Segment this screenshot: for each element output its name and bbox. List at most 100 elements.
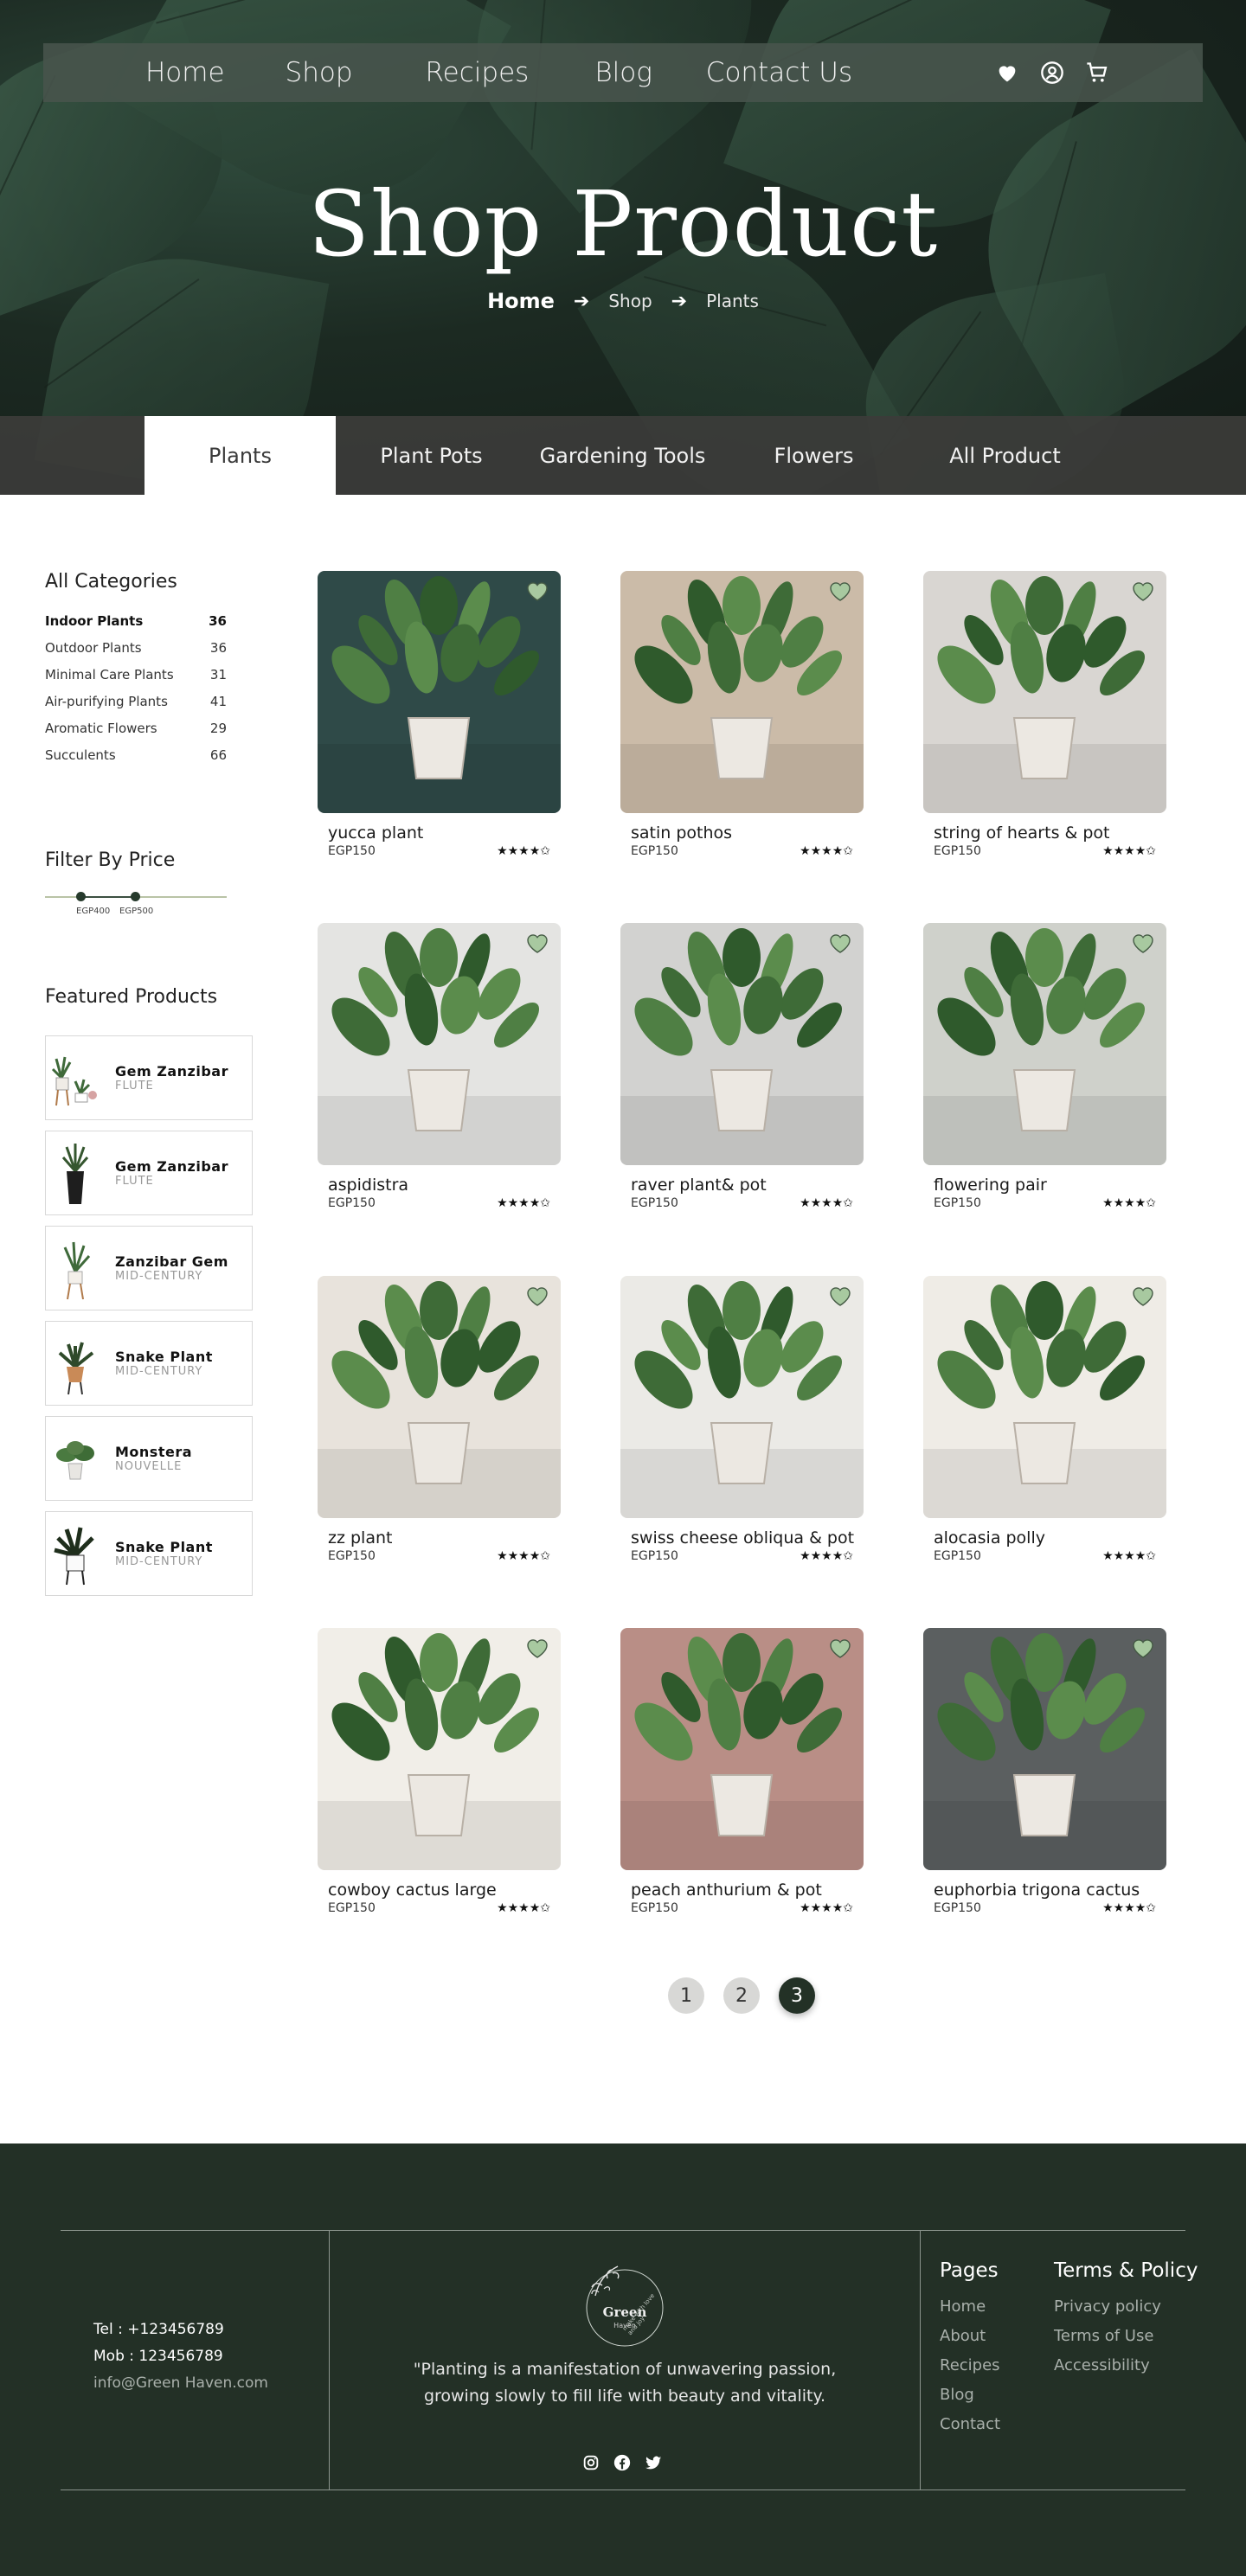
category-item[interactable]: Outdoor Plants 36 — [45, 640, 227, 667]
product-card[interactable]: aspidistra EGP150 ★★★★✩ — [318, 923, 561, 1210]
wishlist-heart-icon[interactable] — [1132, 581, 1154, 602]
nav-link-contact[interactable]: Contact Us — [706, 57, 852, 88]
product-card[interactable]: alocasia polly EGP150 ★★★★✩ — [923, 1276, 1166, 1563]
nav-link-blog[interactable]: Blog — [594, 57, 652, 88]
product-price: EGP150 — [328, 1549, 376, 1563]
arrow-right-icon: ➔ — [573, 290, 590, 312]
product-card[interactable]: raver plant& pot EGP150 ★★★★✩ — [620, 923, 864, 1210]
product-card[interactable]: string of hearts & pot EGP150 ★★★★✩ — [923, 571, 1166, 858]
featured-item[interactable]: Monstera NOUVELLE — [45, 1416, 253, 1501]
featured-item[interactable]: Gem Zanzibar FLUTE — [45, 1131, 253, 1215]
leaf-shape — [723, 1633, 761, 1692]
tab-all-product[interactable]: All Product — [909, 416, 1101, 495]
product-image — [923, 923, 1166, 1165]
category-tabs-bar: Plants Plant Pots Gardening Tools Flower… — [0, 416, 1246, 495]
nav-link-recipes[interactable]: Recipes — [426, 57, 530, 88]
featured-sub: MID-CENTURY — [115, 1270, 203, 1283]
footer-link-terms[interactable]: Terms of Use — [1054, 2322, 1198, 2351]
product-card[interactable]: flowering pair EGP150 ★★★★✩ — [923, 923, 1166, 1210]
wishlist-heart-icon[interactable] — [526, 581, 549, 602]
wishlist-heart-icon[interactable] — [829, 581, 851, 602]
rating-stars-icon: ★★★★✩ — [1102, 1196, 1156, 1210]
wishlist-heart-icon[interactable] — [526, 1638, 549, 1659]
page-button-3[interactable]: 3 — [779, 1977, 815, 2014]
price-slider[interactable] — [45, 892, 227, 901]
wishlist-heart-icon[interactable] — [829, 1286, 851, 1307]
breadcrumb-home[interactable]: Home — [487, 289, 555, 313]
tab-gardening-tools[interactable]: Gardening Tools — [527, 416, 718, 495]
facebook-icon[interactable] — [613, 2453, 632, 2472]
footer-link-about[interactable]: About — [940, 2322, 1000, 2351]
product-price: EGP150 — [631, 1549, 678, 1563]
product-card[interactable]: zz plant EGP150 ★★★★✩ — [318, 1276, 561, 1563]
price-min-handle[interactable] — [76, 892, 86, 901]
featured-sub: FLUTE — [115, 1080, 154, 1093]
page-button-2[interactable]: 2 — [723, 1977, 760, 2014]
footer-link-recipes[interactable]: Recipes — [940, 2351, 1000, 2381]
product-price: EGP150 — [631, 844, 678, 858]
nav-link-home[interactable]: Home — [145, 57, 225, 88]
plant-illustration — [923, 1276, 1166, 1518]
footer-link-privacy[interactable]: Privacy policy — [1054, 2292, 1198, 2322]
product-card[interactable]: satin pothos EGP150 ★★★★✩ — [620, 571, 864, 858]
wishlist-heart-icon[interactable] — [829, 933, 851, 954]
rating-stars-icon: ★★★★✩ — [497, 1196, 550, 1210]
wishlist-heart-icon[interactable] — [1132, 1638, 1154, 1659]
category-item[interactable]: Indoor Plants 36 — [45, 613, 227, 640]
wishlist-heart-icon[interactable] — [1132, 1286, 1154, 1307]
featured-thumb — [51, 1329, 100, 1398]
wishlist-heart-icon[interactable] — [526, 1286, 549, 1307]
price-max-label: EGP500 — [119, 907, 154, 916]
category-item[interactable]: Succulents 66 — [45, 747, 227, 774]
footer-link-contact[interactable]: Contact — [940, 2410, 1000, 2439]
product-meta: EGP150 ★★★★✩ — [328, 844, 550, 858]
tab-flowers[interactable]: Flowers — [718, 416, 909, 495]
product-card[interactable]: euphorbia trigona cactus EGP150 ★★★★✩ — [923, 1628, 1166, 1915]
featured-item[interactable]: Gem Zanzibar FLUTE — [45, 1035, 253, 1120]
product-image — [318, 1276, 561, 1518]
leaf-shape — [723, 928, 761, 987]
page-button-1[interactable]: 1 — [668, 1977, 704, 2014]
cart-icon[interactable] — [1085, 61, 1109, 85]
featured-item[interactable]: Snake Plant MID-CENTURY — [45, 1321, 253, 1406]
product-card[interactable]: peach anthurium & pot EGP150 ★★★★✩ — [620, 1628, 864, 1915]
wishlist-heart-icon[interactable] — [829, 1638, 851, 1659]
product-image — [620, 923, 864, 1165]
heart-icon[interactable] — [995, 61, 1019, 85]
nav-icons — [995, 61, 1109, 85]
category-item[interactable]: Air-purifying Plants 41 — [45, 694, 227, 721]
plant-illustration — [620, 1628, 864, 1870]
featured-list: Gem Zanzibar FLUTE Gem Zanzibar FLUTE Zanz… — [45, 1035, 253, 1606]
footer-link-accessibility[interactable]: Accessibility — [1054, 2351, 1198, 2381]
footer-email[interactable]: info@Green Haven.com — [93, 2370, 268, 2397]
tab-plant-pots[interactable]: Plant Pots — [336, 416, 527, 495]
plant-illustration — [318, 571, 561, 813]
price-max-handle[interactable] — [131, 892, 140, 901]
plant-illustration — [318, 1276, 561, 1518]
featured-item[interactable]: Snake Plant MID-CENTURY — [45, 1511, 253, 1596]
nav-link-shop[interactable]: Shop — [286, 57, 353, 88]
product-card[interactable]: yucca plant EGP150 ★★★★✩ — [318, 571, 561, 858]
category-item[interactable]: Aromatic Flowers 29 — [45, 721, 227, 747]
hero-banner: Home Shop Recipes Blog Contact Us Shop P… — [0, 0, 1246, 495]
featured-thumb — [51, 1424, 100, 1493]
plant-illustration — [620, 923, 864, 1165]
footer-link-home[interactable]: Home — [940, 2292, 1000, 2322]
product-card[interactable]: cowboy cactus large EGP150 ★★★★✩ — [318, 1628, 561, 1915]
product-price: EGP150 — [328, 844, 376, 858]
tab-plants[interactable]: Plants — [145, 416, 336, 495]
user-icon[interactable] — [1040, 61, 1064, 85]
footer-policy-title: Terms & Policy — [1054, 2259, 1198, 2282]
rating-stars-icon: ★★★★✩ — [800, 844, 853, 858]
category-item[interactable]: Minimal Care Plants 31 — [45, 667, 227, 694]
breadcrumb-shop[interactable]: Shop — [608, 291, 652, 311]
instagram-icon[interactable] — [581, 2453, 601, 2472]
product-image — [318, 571, 561, 813]
twitter-icon[interactable] — [644, 2453, 663, 2472]
product-card[interactable]: swiss cheese obliqua & pot EGP150 ★★★★✩ — [620, 1276, 864, 1563]
leaf-shape — [1025, 1633, 1063, 1692]
wishlist-heart-icon[interactable] — [526, 933, 549, 954]
footer-link-blog[interactable]: Blog — [940, 2381, 1000, 2410]
wishlist-heart-icon[interactable] — [1132, 933, 1154, 954]
featured-item[interactable]: Zanzibar Gem MID-CENTURY — [45, 1226, 253, 1310]
